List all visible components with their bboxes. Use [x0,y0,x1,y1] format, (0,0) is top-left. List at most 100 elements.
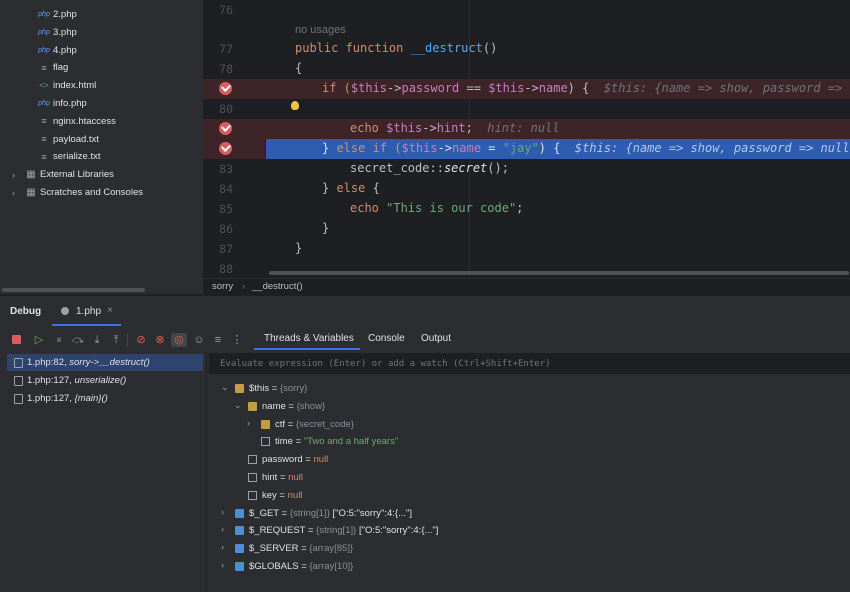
php-file-icon: php [38,28,50,36]
code-text: secret_code::secret(); [350,161,509,175]
field-icon [248,490,257,500]
tree-item[interactable]: ≡ serialize.txt [38,148,100,165]
code-line-execution-point[interactable]: 82 } else if ($this->name = "jay") { $th… [203,139,850,159]
code-line[interactable]: 83 secret_code::secret(); [203,159,850,179]
tree-horizontal-scrollbar[interactable] [2,288,145,292]
inline-debug-value: $this: {name => show, password => null, … [574,141,850,155]
library-icon: ▦ [26,169,36,181]
evaluate-icon[interactable]: ☺ [192,333,206,347]
code-text: public function __destruct() [295,41,498,55]
more-icon[interactable]: ⋮ [230,333,244,347]
breakpoint-icon[interactable] [219,122,232,135]
tree-item-label: 2.php [53,9,77,20]
tree-item[interactable]: › ▦ Scratches and Consoles [12,184,143,201]
pause-icon[interactable]: ⏸ [52,333,66,347]
breadcrumb-method[interactable]: __destruct() [252,281,303,292]
chevron-right-icon[interactable]: › [221,507,231,517]
editor-horizontal-scrollbar[interactable] [269,271,849,275]
tree-item[interactable]: ≡ payload.txt [38,131,99,148]
code-line[interactable]: 77 public function __destruct() [203,39,850,59]
frame-label: 1.php:82, sorry->__destruct() [27,357,150,368]
code-line-breakpoint[interactable]: 81 echo $this->hint; hint: null [203,119,850,139]
chevron-right-icon[interactable]: › [221,560,231,570]
mute-breakpoints-icon[interactable]: ⊗ [153,333,167,347]
breadcrumb-class[interactable]: sorry [212,281,233,292]
stack-frame[interactable]: 1.php:127, unserialize() [7,372,203,389]
array-icon [235,544,244,554]
step-into-icon[interactable]: ⤓ [90,333,104,347]
step-out-icon[interactable]: ⤒ [109,333,123,347]
tree-item[interactable]: › ▦ External Libraries [12,166,114,183]
code-line[interactable]: 80 [203,99,850,119]
tab-threads-variables[interactable]: Threads & Variables [264,333,354,344]
tab-output[interactable]: Output [421,333,451,344]
line-number: 76 [219,3,233,17]
code-line[interactable]: 84 } else { [203,179,850,199]
code-line-breakpoint[interactable]: 79 if ($this->password == $this->name) {… [203,79,850,99]
stack-frame[interactable]: 1.php:82, sorry->__destruct() [7,354,203,371]
stop-icon[interactable] [9,333,23,347]
chevron-right-icon[interactable]: › [247,418,257,428]
tree-item[interactable]: php 2.php [38,6,77,23]
array-icon [235,526,244,536]
tree-item-label: nginx.htaccess [53,115,116,127]
tree-item-label: 3.php [53,26,77,38]
breakpoint-icon[interactable] [219,82,232,95]
variable-text: $this = {sorry} [249,383,308,394]
code-line[interactable]: no usages [203,20,850,40]
view-breakpoints-icon[interactable]: ⊘ [134,333,148,347]
frame-icon [14,376,23,386]
tree-item-label: flag [53,62,69,74]
field-icon [261,437,270,447]
tree-item[interactable]: <> index.html [38,77,96,94]
lightbulb-icon[interactable] [291,101,299,110]
debug-session-tab[interactable]: 1.php × [52,296,121,326]
code-line[interactable]: 76 [203,0,850,20]
close-icon[interactable]: × [107,305,113,316]
code-text: } else { [322,181,380,195]
evaluate-expression-input[interactable] [218,356,822,372]
chevron-right-icon[interactable]: › [12,188,22,198]
tree-item-label: 4.php [53,44,77,56]
active-tab-underline [254,348,360,350]
breakpoint-icon[interactable] [219,142,232,155]
stack-frame[interactable]: 1.php:127, {main}() [7,390,203,407]
rerun-icon[interactable]: ▷ [32,333,46,347]
variable-text: time = "Two and a half years" [275,436,399,448]
text-file-icon: ≡ [41,62,47,73]
text-file-icon: ≡ [41,151,47,162]
code-line[interactable]: 86 } [203,219,850,239]
tree-item[interactable]: ≡ nginx.htaccess [38,113,116,130]
tree-item-label: payload.txt [53,133,99,145]
field-icon [248,473,257,482]
code-line[interactable]: 85 echo "This is our code"; [203,199,850,219]
code-text: } [322,221,330,235]
code-line[interactable]: 87 } [203,239,850,259]
variable-text: name = {show} [262,400,326,412]
code-editor[interactable]: 76 no usages 77 public function __destru… [203,0,850,278]
chevron-down-icon[interactable]: ⌄ [234,400,244,411]
chevron-right-icon[interactable]: › [221,524,231,534]
tree-item-label: info.php [53,98,87,109]
tree-item-label: Scratches and Consoles [40,187,143,198]
tree-item[interactable]: php 3.php [38,24,77,41]
step-over-icon[interactable]: ⤼ [71,333,85,347]
line-number: 85 [219,202,233,216]
chevron-right-icon[interactable]: › [221,542,231,552]
code-text: { [295,61,303,75]
settings-icon[interactable]: ≡ [211,333,225,347]
tree-item[interactable]: ≡ flag [38,59,68,76]
line-number: 88 [219,262,233,276]
usages-hint[interactable]: no usages [295,24,346,36]
tree-item[interactable]: php info.php [38,95,87,112]
run-to-cursor-icon[interactable]: ◎ [171,333,187,347]
code-line[interactable]: 78 { [203,59,850,79]
chevron-down-icon[interactable]: ⌄ [221,382,231,393]
toolbar-separator [127,334,128,347]
debug-tool-window: Debug 1.php × ▷ ⏸ ⤼ ⤓ ⤒ ⊘ ⊗ ◎ ☺ ≡ ⋮ Thre… [0,295,850,592]
tab-console[interactable]: Console [368,333,405,344]
code-line[interactable]: 88 [203,259,850,278]
tree-item[interactable]: php 4.php [38,42,77,59]
chevron-right-icon[interactable]: › [12,170,22,180]
field-icon [248,455,257,465]
